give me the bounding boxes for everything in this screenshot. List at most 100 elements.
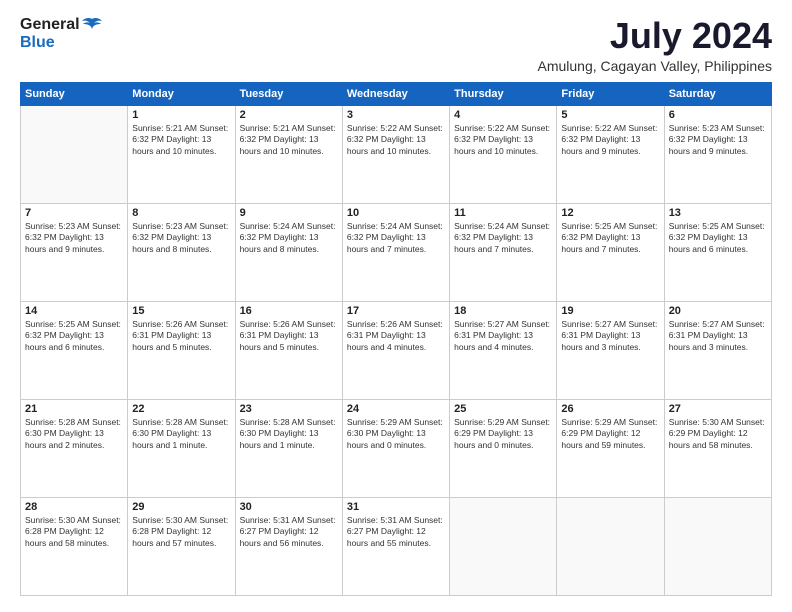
col-tuesday: Tuesday	[235, 82, 342, 105]
title-month: July 2024	[537, 16, 772, 56]
day-number: 13	[669, 207, 767, 219]
page: General Blue July 2024 Amulung, Cagayan …	[0, 0, 792, 612]
day-number: 12	[561, 207, 659, 219]
day-info: Sunrise: 5:30 AM Sunset: 6:28 PM Dayligh…	[132, 515, 230, 549]
calendar-header-row: Sunday Monday Tuesday Wednesday Thursday…	[21, 82, 772, 105]
day-number: 11	[454, 207, 552, 219]
table-row: 6Sunrise: 5:23 AM Sunset: 6:32 PM Daylig…	[664, 105, 771, 203]
table-row: 22 Sunrise: 5:28 AM Sunset: 6:30 PM Dayli…	[128, 399, 235, 497]
day-number: 7	[25, 207, 123, 219]
day-info: Sunrise: 5:25 AM Sunset: 6:32 PM Dayligh…	[669, 221, 767, 255]
table-row: 13 Sunrise: 5:25 AM Sunset: 6:32 PM Dayli…	[664, 203, 771, 301]
day-number: 19	[561, 305, 659, 317]
day-info: Sunrise: 5:22 AM Sunset: 6:32 PM Dayligh…	[561, 123, 659, 157]
day-info: Sunrise: 5:27 AM Sunset: 6:31 PM Dayligh…	[669, 319, 767, 353]
day-info: Sunrise: 5:26 AM Sunset: 6:31 PM Dayligh…	[240, 319, 338, 353]
day-info: Sunrise: 5:23 AM Sunset: 6:32 PM Dayligh…	[132, 221, 230, 255]
table-row	[557, 497, 664, 595]
table-row: 7 Sunrise: 5:23 AM Sunset: 6:32 PM Daylig…	[21, 203, 128, 301]
day-number: 15	[132, 305, 230, 317]
day-info: Sunrise: 5:21 AM Sunset: 6:32 PM Dayligh…	[132, 123, 230, 157]
day-number: 16	[240, 305, 338, 317]
day-number: 3	[347, 109, 445, 121]
day-info: Sunrise: 5:24 AM Sunset: 6:32 PM Dayligh…	[347, 221, 445, 255]
calendar-week-row: 28 Sunrise: 5:30 AM Sunset: 6:28 PM Dayli…	[21, 497, 772, 595]
title-location: Amulung, Cagayan Valley, Philippines	[537, 58, 772, 74]
col-friday: Friday	[557, 82, 664, 105]
table-row: 27 Sunrise: 5:30 AM Sunset: 6:29 PM Dayli…	[664, 399, 771, 497]
table-row: 19 Sunrise: 5:27 AM Sunset: 6:31 PM Dayli…	[557, 301, 664, 399]
day-number: 10	[347, 207, 445, 219]
day-number: 9	[240, 207, 338, 219]
day-number: 27	[669, 403, 767, 415]
col-thursday: Thursday	[450, 82, 557, 105]
day-number: 4	[454, 109, 552, 121]
col-wednesday: Wednesday	[342, 82, 449, 105]
day-number: 24	[347, 403, 445, 415]
table-row: 9 Sunrise: 5:24 AM Sunset: 6:32 PM Daylig…	[235, 203, 342, 301]
logo-bird-icon	[82, 17, 102, 33]
table-row	[664, 497, 771, 595]
day-info: Sunrise: 5:29 AM Sunset: 6:29 PM Dayligh…	[454, 417, 552, 451]
table-row: 16 Sunrise: 5:26 AM Sunset: 6:31 PM Dayli…	[235, 301, 342, 399]
day-number: 31	[347, 501, 445, 513]
day-number: 29	[132, 501, 230, 513]
day-info: Sunrise: 5:22 AM Sunset: 6:32 PM Dayligh…	[347, 123, 445, 157]
day-info: Sunrise: 5:27 AM Sunset: 6:31 PM Dayligh…	[561, 319, 659, 353]
day-info: Sunrise: 5:30 AM Sunset: 6:29 PM Dayligh…	[669, 417, 767, 451]
day-number: 23	[240, 403, 338, 415]
day-info: Sunrise: 5:25 AM Sunset: 6:32 PM Dayligh…	[25, 319, 123, 353]
table-row: 24 Sunrise: 5:29 AM Sunset: 6:30 PM Dayli…	[342, 399, 449, 497]
table-row: 5 Sunrise: 5:22 AM Sunset: 6:32 PM Daylig…	[557, 105, 664, 203]
table-row: 11 Sunrise: 5:24 AM Sunset: 6:32 PM Dayli…	[450, 203, 557, 301]
calendar-week-row: 14 Sunrise: 5:25 AM Sunset: 6:32 PM Dayli…	[21, 301, 772, 399]
day-info: Sunrise: 5:26 AM Sunset: 6:31 PM Dayligh…	[347, 319, 445, 353]
calendar-week-row: 7 Sunrise: 5:23 AM Sunset: 6:32 PM Daylig…	[21, 203, 772, 301]
day-number: 25	[454, 403, 552, 415]
day-info: Sunrise: 5:25 AM Sunset: 6:32 PM Dayligh…	[561, 221, 659, 255]
table-row: 12 Sunrise: 5:25 AM Sunset: 6:32 PM Dayli…	[557, 203, 664, 301]
day-info: Sunrise: 5:23 AM Sunset: 6:32 PM Dayligh…	[25, 221, 123, 255]
day-info: Sunrise: 5:28 AM Sunset: 6:30 PM Dayligh…	[25, 417, 123, 451]
table-row: 23Sunrise: 5:28 AM Sunset: 6:30 PM Dayli…	[235, 399, 342, 497]
day-number: 28	[25, 501, 123, 513]
title-block: July 2024 Amulung, Cagayan Valley, Phili…	[537, 16, 772, 74]
logo: General Blue	[20, 16, 102, 52]
day-info: Sunrise: 5:31 AM Sunset: 6:27 PM Dayligh…	[240, 515, 338, 549]
day-number: 30	[240, 501, 338, 513]
table-row: 3 Sunrise: 5:22 AM Sunset: 6:32 PM Daylig…	[342, 105, 449, 203]
day-info: Sunrise: 5:29 AM Sunset: 6:29 PM Dayligh…	[561, 417, 659, 451]
col-sunday: Sunday	[21, 82, 128, 105]
table-row: 25 Sunrise: 5:29 AM Sunset: 6:29 PM Dayli…	[450, 399, 557, 497]
day-number: 22	[132, 403, 230, 415]
day-number: 2	[240, 109, 338, 121]
table-row: 21Sunrise: 5:28 AM Sunset: 6:30 PM Dayli…	[21, 399, 128, 497]
table-row: 28 Sunrise: 5:30 AM Sunset: 6:28 PM Dayli…	[21, 497, 128, 595]
day-info: Sunrise: 5:24 AM Sunset: 6:32 PM Dayligh…	[240, 221, 338, 255]
table-row: 15Sunrise: 5:26 AM Sunset: 6:31 PM Dayli…	[128, 301, 235, 399]
day-info: Sunrise: 5:29 AM Sunset: 6:30 PM Dayligh…	[347, 417, 445, 451]
logo-blue: Blue	[20, 34, 102, 52]
table-row: 2 Sunrise: 5:21 AM Sunset: 6:32 PM Daylig…	[235, 105, 342, 203]
calendar-table: Sunday Monday Tuesday Wednesday Thursday…	[20, 82, 772, 596]
table-row: 29 Sunrise: 5:30 AM Sunset: 6:28 PM Dayli…	[128, 497, 235, 595]
day-info: Sunrise: 5:31 AM Sunset: 6:27 PM Dayligh…	[347, 515, 445, 549]
day-info: Sunrise: 5:28 AM Sunset: 6:30 PM Dayligh…	[132, 417, 230, 451]
calendar-week-row: 1Sunrise: 5:21 AM Sunset: 6:32 PM Daylig…	[21, 105, 772, 203]
day-number: 17	[347, 305, 445, 317]
day-number: 14	[25, 305, 123, 317]
table-row: 20Sunrise: 5:27 AM Sunset: 6:31 PM Dayli…	[664, 301, 771, 399]
day-info: Sunrise: 5:30 AM Sunset: 6:28 PM Dayligh…	[25, 515, 123, 549]
logo-general: General	[20, 16, 80, 34]
day-number: 26	[561, 403, 659, 415]
day-number: 18	[454, 305, 552, 317]
day-number: 6	[669, 109, 767, 121]
day-info: Sunrise: 5:27 AM Sunset: 6:31 PM Dayligh…	[454, 319, 552, 353]
day-info: Sunrise: 5:21 AM Sunset: 6:32 PM Dayligh…	[240, 123, 338, 157]
day-number: 5	[561, 109, 659, 121]
header: General Blue July 2024 Amulung, Cagayan …	[20, 16, 772, 74]
table-row: 30 Sunrise: 5:31 AM Sunset: 6:27 PM Dayli…	[235, 497, 342, 595]
table-row: 4Sunrise: 5:22 AM Sunset: 6:32 PM Daylig…	[450, 105, 557, 203]
table-row	[21, 105, 128, 203]
day-info: Sunrise: 5:24 AM Sunset: 6:32 PM Dayligh…	[454, 221, 552, 255]
